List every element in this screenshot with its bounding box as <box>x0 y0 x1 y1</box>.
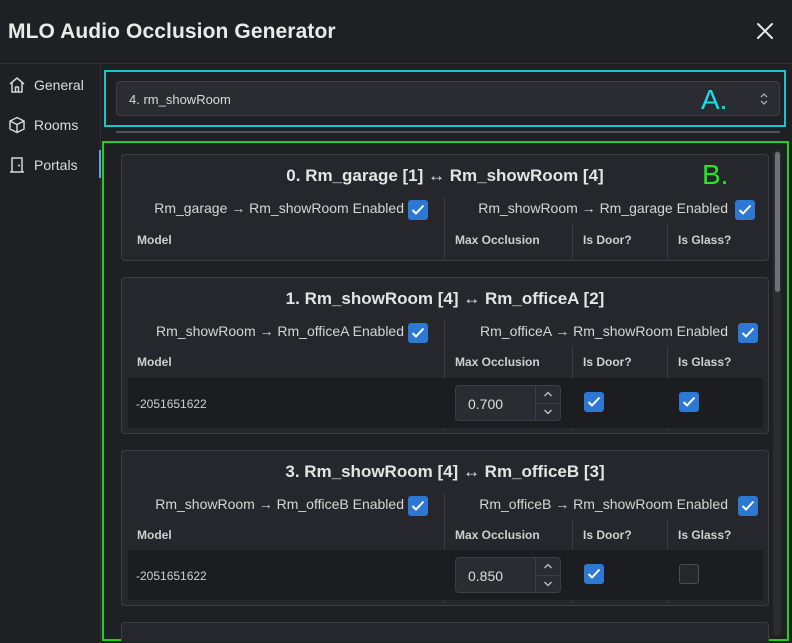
direction-label: Rm_showRoom → Rm_garage Enabled <box>478 200 728 216</box>
portal-title: 3. Rm_showRoom [4] ↔ Rm_officeB [3] <box>285 462 605 481</box>
sidebar-item-label: Rooms <box>34 117 79 133</box>
direction-label: Rm_officeB → Rm_showRoom Enabled <box>479 496 728 512</box>
enabled-checkbox[interactable] <box>738 323 758 343</box>
column-header-model: Model <box>137 355 172 369</box>
is-door-checkbox[interactable] <box>584 564 604 584</box>
portal-title: 1. Rm_showRoom [4] ↔ Rm_officeA [2] <box>285 289 605 308</box>
portal-direction-right: Rm_officeB → Rm_showRoom Enabled <box>444 493 768 519</box>
door-icon <box>8 156 26 174</box>
max-occlusion-stepper[interactable]: 0.700 <box>455 385 561 421</box>
portal-card: 3. Rm_showRoom [4] ↔ Rm_officeB [3] Rm_s… <box>121 450 769 606</box>
column-separator <box>444 197 445 259</box>
portal-direction-right: Rm_officeA → Rm_showRoom Enabled <box>444 320 768 346</box>
max-occlusion-value: 0.700 <box>468 396 504 412</box>
enabled-checkbox[interactable] <box>408 200 428 220</box>
select-chevron-icon <box>759 91 769 107</box>
column-header-model: Model <box>137 528 172 542</box>
sidebar-item-portals[interactable]: Portals <box>0 146 101 182</box>
portal-direction-left: Rm_garage → Rm_showRoom Enabled <box>122 197 444 223</box>
close-icon[interactable] <box>752 18 778 44</box>
column-header-is-door: Is Door? <box>583 355 632 369</box>
divider <box>116 131 780 133</box>
portal-direction-left: Rm_showRoom → Rm_officeB Enabled <box>122 493 444 519</box>
enabled-checkbox[interactable] <box>408 323 428 343</box>
annotation-label-b: B. <box>702 159 729 190</box>
max-occlusion-value: 0.850 <box>468 568 504 584</box>
table-row: -2051651622 0.700 <box>128 378 763 428</box>
direction-label: Rm_showRoom → Rm_officeA Enabled <box>156 323 404 339</box>
room-select-value: 4. rm_showRoom <box>129 92 231 107</box>
stepper-buttons <box>535 558 560 592</box>
portal-card: 1. Rm_showRoom [4] ↔ Rm_officeA [2] Rm_s… <box>121 277 769 434</box>
column-header-is-glass: Is Glass? <box>678 355 732 369</box>
cube-icon <box>8 116 26 134</box>
column-header-max-occlusion: Max Occlusion <box>455 528 540 542</box>
scrollbar-thumb[interactable] <box>775 152 780 292</box>
column-header-max-occlusion: Max Occlusion <box>455 355 540 369</box>
is-door-checkbox[interactable] <box>584 392 604 412</box>
column-separator <box>572 223 573 259</box>
column-header-model: Model <box>137 233 172 247</box>
annotation-label-a: A. <box>701 84 728 115</box>
model-value: -2051651622 <box>136 397 207 411</box>
column-header-is-glass: Is Glass? <box>678 233 732 247</box>
decrement-button[interactable] <box>536 403 560 420</box>
model-value: -2051651622 <box>136 569 207 583</box>
column-header-is-glass: Is Glass? <box>678 528 732 542</box>
table-row: -2051651622 0.850 <box>128 550 763 600</box>
enabled-checkbox[interactable] <box>408 496 428 516</box>
direction-label: Rm_officeA → Rm_showRoom Enabled <box>480 323 728 339</box>
window-title: MLO Audio Occlusion Generator <box>8 20 336 43</box>
title-bar: MLO Audio Occlusion Generator <box>0 0 792 64</box>
sidebar-item-label: General <box>34 77 84 93</box>
home-icon <box>8 76 26 94</box>
sidebar: General Rooms Portals <box>0 64 101 643</box>
sidebar-item-label: Portals <box>34 157 78 173</box>
portal-direction-left: Rm_showRoom → Rm_officeA Enabled <box>122 320 444 346</box>
portal-card-partial <box>121 622 769 642</box>
column-header-is-door: Is Door? <box>583 233 632 247</box>
is-glass-checkbox[interactable] <box>679 564 699 584</box>
portal-card: 0. Rm_garage [1] ↔ Rm_showRoom [4] Rm_ga… <box>121 154 769 261</box>
column-header-max-occlusion: Max Occlusion <box>455 233 540 247</box>
column-header-is-door: Is Door? <box>583 528 632 542</box>
is-glass-checkbox[interactable] <box>679 392 699 412</box>
decrement-button[interactable] <box>536 575 560 592</box>
sidebar-item-general[interactable]: General <box>0 66 100 102</box>
enabled-checkbox[interactable] <box>738 496 758 516</box>
increment-button[interactable] <box>536 558 560 576</box>
sidebar-item-rooms[interactable]: Rooms <box>0 106 100 142</box>
direction-label: Rm_showRoom → Rm_officeB Enabled <box>155 496 404 512</box>
portal-direction-right: Rm_showRoom → Rm_garage Enabled <box>444 197 768 223</box>
max-occlusion-stepper[interactable]: 0.850 <box>455 557 561 593</box>
room-select[interactable]: 4. rm_showRoom <box>116 81 780 116</box>
increment-button[interactable] <box>536 386 560 404</box>
column-separator <box>667 223 668 259</box>
portal-title: 0. Rm_garage [1] ↔ Rm_showRoom [4] <box>286 166 604 185</box>
direction-label: Rm_garage → Rm_showRoom Enabled <box>154 200 404 216</box>
enabled-checkbox[interactable] <box>735 200 755 220</box>
stepper-buttons <box>535 386 560 420</box>
